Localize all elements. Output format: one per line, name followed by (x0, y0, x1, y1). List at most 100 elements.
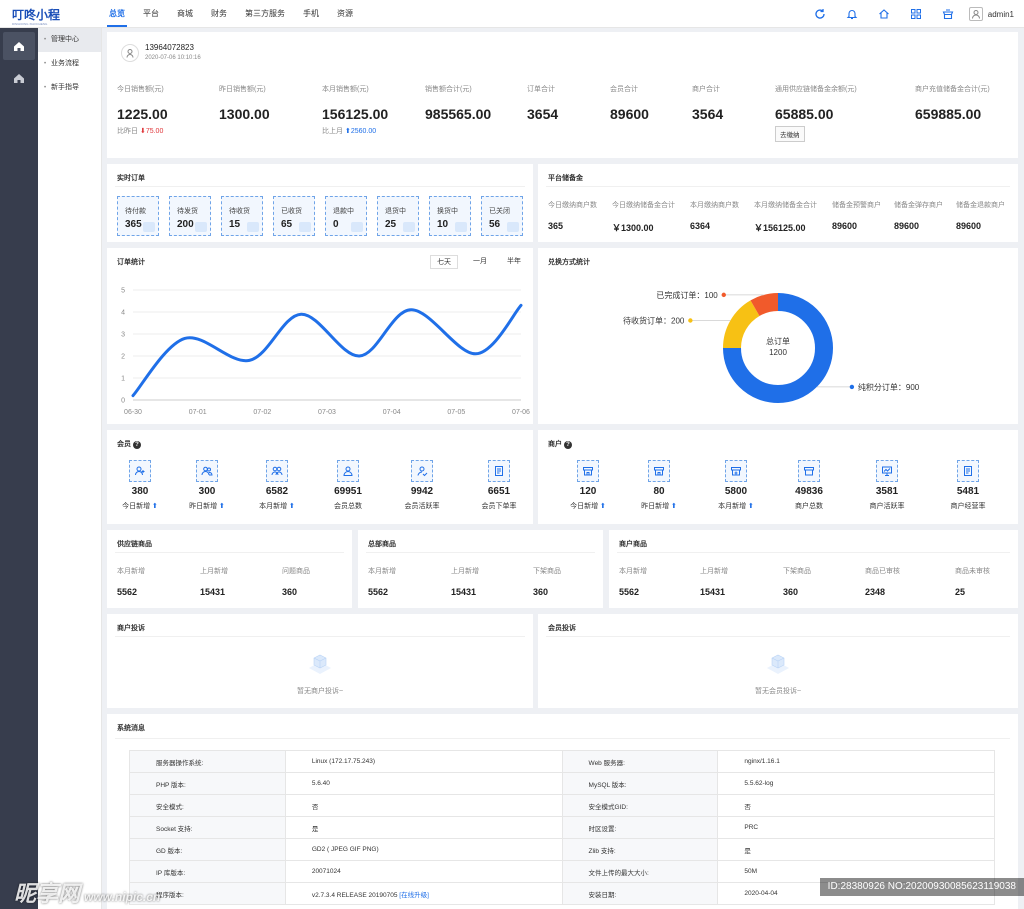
account-time: 2020-07-06 10:10:16 (145, 55, 201, 61)
hq-goods-card: 总部商品 本月新增 5562 上月新增 15431 下架商品 360 (358, 530, 603, 608)
stat-value: 5800 (724, 486, 748, 497)
help-icon[interactable]: ? (563, 441, 572, 449)
nav-mall[interactable]: 商城 (168, 0, 202, 28)
home-icon[interactable] (877, 7, 891, 21)
reserve-cell: 储备金预警商户 89600 (832, 200, 881, 231)
avatar[interactable] (968, 7, 983, 21)
merchant-stat-active[interactable]: 3581 商户活跃率 (857, 460, 917, 511)
member-stat-order-rate[interactable]: 6651 会员下单率 (469, 460, 529, 511)
stat-value: 3654 (527, 106, 559, 122)
y-tick-label: 4 (121, 310, 125, 317)
nav-third-party[interactable]: 第三方服务 (236, 0, 294, 28)
arrow-up-icon: ⬆ (748, 503, 754, 510)
series-line (131, 303, 523, 398)
nav-finance[interactable]: 财务 (202, 0, 236, 28)
sidebar-item-management-center[interactable]: 管理中心 (38, 28, 101, 52)
member-stat-yesterday[interactable]: 300 昨日新增 ⬆ (177, 460, 237, 511)
table-key: PHP 版本: (129, 772, 286, 795)
nav-mobile[interactable]: 手机 (294, 0, 328, 28)
donut-legend-dot (849, 384, 855, 390)
sidebar-item-business-process[interactable]: 业务流程 (38, 52, 101, 76)
stat-merchant-total: 商户合计 3564 (692, 84, 723, 122)
card-title: 商户投诉 (117, 625, 145, 632)
logo[interactable]: 叮咚小程 DINGDONG XIAOCHENG (12, 6, 60, 26)
stat-member-total: 会员合计 89600 (610, 84, 649, 122)
goods-cell: 上月新增 15431 (700, 566, 728, 597)
member-stat-active[interactable]: 9942 会员活跃率 (392, 460, 452, 511)
sidebar-home-icon[interactable] (3, 32, 35, 60)
sub-sidebar: 管理中心 业务流程 新手指导 (38, 28, 102, 909)
username[interactable]: admin1 (988, 10, 1014, 19)
cell-value: 365 (548, 221, 564, 231)
tile-value: 25 (385, 219, 397, 230)
goods-cell: 商品未审核 25 (955, 566, 990, 597)
goods-cell: 商品已审核 2348 (865, 566, 900, 597)
stat-month-sales: 本月销售额(元) 156125.00 比上月 ⬆2560.00 (322, 84, 388, 136)
order-tile-pending-payment[interactable]: 待付款 365 (117, 196, 159, 236)
x-tick-label: 06-30 (124, 409, 142, 416)
merchant-stat-today[interactable]: 120 今日新增 ⬆ (558, 460, 618, 511)
order-tile-exchanging[interactable]: 换货中 10 (429, 196, 471, 236)
sidebar-home-icon-2[interactable] (3, 64, 35, 92)
pay-button[interactable]: 去缴纳 (775, 126, 805, 142)
member-stat-total[interactable]: 69951 会员总数 (318, 460, 378, 511)
stat-caption: 会员活跃率 (404, 503, 440, 510)
stat-value: 1300.00 (219, 106, 270, 122)
order-tile-pending-shipment[interactable]: 待发货 200 (169, 196, 211, 236)
table-value: 5.6.40 (284, 772, 563, 795)
order-icon (488, 460, 510, 482)
help-icon[interactable]: ? (132, 441, 141, 449)
nav-platform[interactable]: 平台 (134, 0, 168, 28)
empty-caption: 暂无会员投诉~ (754, 688, 802, 695)
stat-value: 65885.00 (775, 106, 834, 122)
cell-label: 储备金预警商户 (832, 202, 881, 209)
cell-label: 本月缴纳商户数 (690, 202, 739, 209)
upgrade-link[interactable]: [在线升级] (399, 892, 429, 899)
goods-cell: 问题商品 360 (282, 566, 310, 597)
stat-caption: 今日新增 ⬆ (558, 501, 618, 511)
compare-label: 比昨日 (117, 128, 138, 135)
order-tile-refunding[interactable]: 退款中 0 (325, 196, 367, 236)
cell-label: 上月新增 (700, 568, 728, 575)
merchant-stat-operating[interactable]: 5481 商户经营率 (938, 460, 998, 511)
tile-label: 已关闭 (489, 208, 510, 215)
compare-value: 75.00 (145, 128, 164, 135)
order-tile-closed[interactable]: 已关闭 56 (481, 196, 523, 236)
order-tile-received[interactable]: 已收货 65 (273, 196, 315, 236)
x-tick-label: 07-06 (512, 409, 530, 416)
caption-text: 今日新增 (122, 503, 151, 510)
cell-label: 储备金退款商户 (956, 202, 1005, 209)
card-title: 会员投诉 (548, 625, 576, 632)
tile-decor-icon (299, 222, 311, 232)
order-tile-pending-receipt[interactable]: 待收货 15 (221, 196, 263, 236)
sidebar-item-beginner-guide[interactable]: 新手指导 (38, 76, 101, 100)
refresh-icon[interactable] (813, 7, 827, 21)
cell-value: 5562 (619, 587, 640, 597)
table-key: 安全模式: (129, 794, 286, 817)
nav-overview[interactable]: 总览 (100, 0, 134, 28)
member-stat-month[interactable]: 6582 本月新增 ⬆ (247, 460, 307, 511)
stat-value: 49836 (795, 486, 823, 497)
x-tick-label: 07-01 (189, 409, 207, 416)
donut-center-label: 总订单 (766, 337, 790, 346)
nav-resources[interactable]: 资源 (328, 0, 362, 28)
table-row: PHP 版本: 5.6.40 MySQL 版本: 5.5.62-log (129, 772, 995, 795)
merchant-stat-total[interactable]: 49836 商户总数 (779, 460, 839, 511)
cell-value: 15431 (700, 587, 726, 597)
caption-text: 昨日新增 (641, 503, 670, 510)
cell-value: 5562 (368, 587, 389, 597)
member-stat-today[interactable]: 380 今日新增 ⬆ (110, 460, 170, 511)
bell-icon[interactable] (845, 7, 859, 21)
cell-value: 89600 (956, 221, 982, 231)
users-icon (196, 460, 218, 482)
table-key: Socket 支持: (129, 816, 286, 839)
table-value: Linux (172.17.75.243) (284, 750, 563, 773)
table-key: 服务器操作系统: (129, 750, 286, 773)
cell-label: 本月新增 (619, 568, 647, 575)
store-icon[interactable] (941, 7, 955, 21)
merchant-stat-yesterday[interactable]: 80 昨日新增 ⬆ (629, 460, 689, 511)
grid-icon[interactable] (909, 7, 923, 21)
order-tile-returning[interactable]: 退货中 25 (377, 196, 419, 236)
merchant-stat-month[interactable]: 5800 本月新增 ⬆ (706, 460, 766, 511)
divider (115, 186, 525, 187)
